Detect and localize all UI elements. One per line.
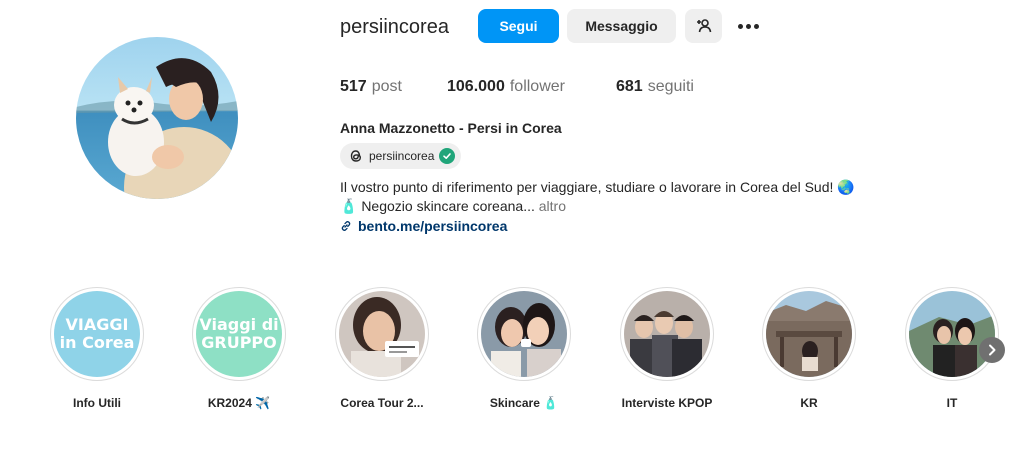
- highlight-label: Skincare 🧴: [489, 396, 559, 410]
- more-options-button[interactable]: [734, 14, 762, 38]
- highlight-cover: [624, 291, 710, 377]
- verified-check-icon: [439, 148, 456, 164]
- following-count[interactable]: 681 seguiti: [616, 77, 694, 97]
- threads-badge[interactable]: persiincorea: [340, 143, 462, 169]
- chevron-right-icon: [989, 344, 996, 356]
- highlight-cover: [909, 291, 995, 377]
- highlight-kr[interactable]: KR: [761, 287, 857, 410]
- suggested-accounts-button[interactable]: [685, 9, 722, 43]
- highlight-interviste-kpop[interactable]: Interviste KPOP: [619, 287, 715, 410]
- profile-bio: Il vostro punto di riferimento per viagg…: [340, 178, 855, 216]
- highlight-skincare[interactable]: Skincare 🧴: [476, 287, 572, 410]
- more-horizontal-icon: [737, 23, 743, 29]
- followers-count[interactable]: 106.000 follower: [447, 77, 616, 97]
- highlight-cover: [766, 291, 852, 377]
- highlight-label: Corea Tour 2...: [340, 396, 424, 410]
- threads-handle: persiincorea: [369, 149, 435, 163]
- profile-stats: 517 post 106.000 follower 681 seguiti: [340, 77, 694, 97]
- highlight-cover: [481, 291, 567, 377]
- highlight-label: Info Utili: [73, 396, 121, 410]
- profile-username: persiincorea: [340, 16, 449, 38]
- bio-line-1: Il vostro punto di riferimento per viagg…: [340, 179, 855, 195]
- highlight-info-utili[interactable]: VIAGGI in Corea Info Utili: [49, 287, 145, 410]
- bio-more-link[interactable]: altro: [535, 198, 566, 214]
- highlight-label: IT: [946, 396, 958, 410]
- highlight-cover: Viaggi di GRUPPO: [196, 291, 282, 377]
- follow-button[interactable]: Segui: [478, 9, 559, 43]
- highlight-kr2024[interactable]: Viaggi di GRUPPO KR2024 ✈️: [191, 287, 287, 410]
- profile-link[interactable]: bento.me/persiincorea: [340, 217, 507, 235]
- highlight-cover: [339, 291, 425, 377]
- highlight-label: Interviste KPOP: [621, 396, 713, 410]
- highlight-label: KR: [800, 396, 818, 410]
- posts-count: 517 post: [340, 78, 402, 95]
- highlights-next-button[interactable]: [979, 337, 1005, 363]
- add-person-icon: [696, 19, 711, 33]
- profile-avatar[interactable]: [76, 37, 238, 199]
- threads-icon: [350, 150, 362, 162]
- link-icon: [341, 221, 351, 231]
- message-button[interactable]: Messaggio: [567, 9, 676, 43]
- bio-line-2: 🧴 Negozio skincare coreana... altro: [340, 198, 566, 214]
- highlight-corea-tour[interactable]: Corea Tour 2...: [334, 287, 430, 410]
- highlight-cover: VIAGGI in Corea: [54, 291, 140, 377]
- profile-link-text: bento.me/persiincorea: [358, 218, 508, 234]
- highlight-label: KR2024 ✈️: [207, 396, 271, 410]
- profile-full-name: Anna Mazzonetto - Persi in Corea: [340, 120, 562, 136]
